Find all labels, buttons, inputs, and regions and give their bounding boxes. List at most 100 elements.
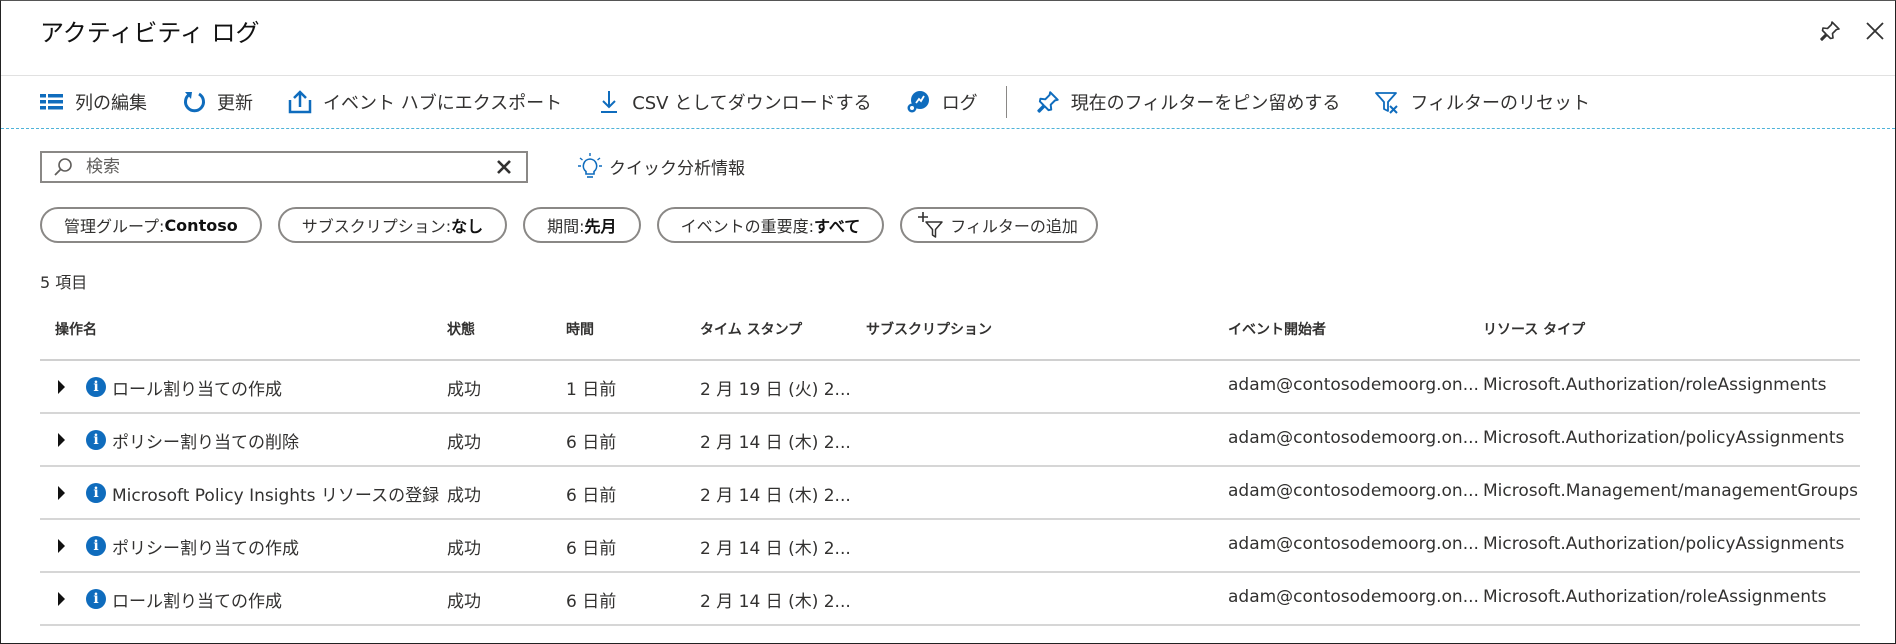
cell-time: 6 日前 (566, 539, 617, 559)
cell-resource-type: Microsoft.Management/managementGroups (1483, 481, 1858, 501)
pin-icon (1035, 89, 1061, 115)
logs-button[interactable]: ログ (906, 89, 978, 115)
page-title: アクティビティ ログ (40, 19, 260, 47)
cell-resource-type: Microsoft.Authorization/policyAssignment… (1483, 428, 1845, 448)
columns-icon (39, 89, 65, 115)
close-icon[interactable] (1863, 19, 1887, 43)
column-header-resource-type[interactable]: リソース タイプ (1483, 319, 1585, 339)
cell-status: 成功 (447, 433, 481, 453)
quick-insights-label: クイック分析情報 (609, 158, 745, 179)
clear-search-icon[interactable] (494, 157, 514, 177)
add-filter-icon (918, 212, 943, 238)
edit-columns-label: 列の編集 (75, 93, 147, 114)
expand-caret-icon[interactable] (58, 592, 65, 606)
expand-caret-icon[interactable] (58, 380, 65, 394)
activity-log-blade: アクティビティ ログ 列の編集 更新 イベント ハブにエクスポート CSV とし… (0, 0, 1896, 644)
edit-columns-button[interactable]: 列の編集 (39, 89, 147, 115)
column-header-time[interactable]: 時間 (566, 319, 594, 339)
table-row[interactable]: i ロール割り当ての作成 成功 1 日前 2 月 19 日 (火) 2... a… (40, 361, 1860, 414)
search-icon (54, 158, 72, 176)
cell-timestamp: 2 月 19 日 (火) 2... (700, 380, 851, 400)
cell-event-initiator: adam@contosodemoorg.on... (1228, 534, 1479, 554)
search-box (40, 151, 528, 183)
info-icon: i (86, 430, 106, 450)
logs-icon (906, 89, 932, 115)
reset-filters-label: フィルターのリセット (1410, 93, 1590, 114)
cell-resource-type: Microsoft.Authorization/roleAssignments (1483, 375, 1827, 395)
search-input[interactable] (84, 156, 494, 178)
column-header-status[interactable]: 状態 (447, 319, 475, 339)
table-row[interactable]: i ロール割り当ての作成 成功 6 日前 2 月 14 日 (木) 2... a… (40, 573, 1860, 626)
info-icon: i (86, 589, 106, 609)
expand-caret-icon[interactable] (58, 433, 65, 447)
cell-operation: Microsoft Policy Insights リソースの登録 (112, 486, 440, 506)
reset-filters-button[interactable]: フィルターのリセット (1374, 89, 1590, 115)
cell-status: 成功 (447, 380, 481, 400)
lightbulb-icon (578, 153, 602, 178)
cell-time: 1 日前 (566, 380, 617, 400)
filter-pill-event-severity[interactable]: イベントの重要度: すべて (656, 207, 885, 243)
table-row[interactable]: i ポリシー割り当ての作成 成功 6 日前 2 月 14 日 (木) 2... … (40, 520, 1860, 573)
pin-current-filters-label: 現在のフィルターをピン留めする (1070, 93, 1341, 114)
export-to-event-hub-button[interactable]: イベント ハブにエクスポート (287, 89, 562, 115)
column-header-timestamp[interactable]: タイム スタンプ (700, 319, 802, 339)
cell-timestamp: 2 月 14 日 (木) 2... (700, 486, 851, 506)
cell-operation: ロール割り当ての作成 (112, 592, 282, 612)
filter-value: すべて (813, 217, 861, 236)
info-icon: i (86, 483, 106, 503)
cell-status: 成功 (447, 486, 481, 506)
expand-caret-icon[interactable] (58, 486, 65, 500)
filter-reset-icon (1374, 89, 1400, 115)
column-header-subscription[interactable]: サブスクリプション (866, 319, 992, 339)
export-to-event-hub-label: イベント ハブにエクスポート (323, 93, 563, 114)
add-filter-button[interactable]: フィルターの追加 (900, 207, 1098, 243)
refresh-label: 更新 (217, 93, 253, 114)
filter-value: なし (451, 217, 484, 236)
column-header-event-initiator[interactable]: イベント開始者 (1228, 319, 1326, 339)
cell-operation: ポリシー割り当ての作成 (112, 539, 299, 559)
blade-header: アクティビティ ログ (1, 1, 1895, 75)
cell-operation: ロール割り当ての作成 (112, 380, 282, 400)
table-row[interactable]: i ポリシー割り当ての削除 成功 6 日前 2 月 14 日 (木) 2... … (40, 414, 1860, 467)
filter-value: 先月 (584, 217, 617, 236)
download-csv-button[interactable]: CSV としてダウンロードする (596, 89, 872, 115)
cell-event-initiator: adam@contosodemoorg.on... (1228, 428, 1479, 448)
toolbar-separator (1005, 86, 1007, 118)
cell-status: 成功 (447, 592, 481, 612)
logs-label: ログ (941, 93, 978, 114)
info-icon: i (86, 377, 106, 397)
item-count: 5 項目 (40, 273, 88, 292)
filter-name: サブスクリプション: (301, 217, 452, 236)
download-icon (596, 89, 622, 115)
filter-name: イベントの重要度: (680, 217, 814, 236)
refresh-button[interactable]: 更新 (181, 89, 253, 115)
cell-operation: ポリシー割り当ての削除 (112, 433, 299, 453)
info-icon: i (86, 536, 106, 556)
column-header-operation[interactable]: 操作名 (55, 319, 97, 339)
filter-pills: 管理グループ: Contoso サブスクリプション: なし 期間: 先月 イベントの… (40, 207, 1114, 243)
cell-event-initiator: adam@contosodemoorg.on... (1228, 481, 1479, 501)
cell-status: 成功 (447, 539, 481, 559)
download-csv-label: CSV としてダウンロードする (632, 93, 872, 114)
pin-icon[interactable] (1818, 19, 1842, 43)
filter-pill-timespan[interactable]: 期間: 先月 (523, 207, 641, 243)
command-bar: 列の編集 更新 イベント ハブにエクスポート CSV としてダウンロードする ロ… (1, 75, 1895, 129)
filter-pill-subscription[interactable]: サブスクリプション: なし (277, 207, 508, 243)
filter-name: 期間: (547, 217, 585, 236)
add-filter-label: フィルターの追加 (950, 217, 1078, 236)
pin-current-filters-button[interactable]: 現在のフィルターをピン留めする (1035, 89, 1341, 115)
activity-log-table: 操作名 状態 時間 タイム スタンプ サブスクリプション イベント開始者 リソー… (40, 311, 1860, 626)
table-row[interactable]: i Microsoft Policy Insights リソースの登録 成功 6… (40, 467, 1860, 520)
filter-pill-management-group[interactable]: 管理グループ: Contoso (40, 207, 262, 243)
cell-resource-type: Microsoft.Authorization/roleAssignments (1483, 587, 1827, 607)
cell-time: 6 日前 (566, 486, 617, 506)
cell-time: 6 日前 (566, 433, 617, 453)
cell-resource-type: Microsoft.Authorization/policyAssignment… (1483, 534, 1845, 554)
filter-name: 管理グループ: (64, 217, 165, 236)
cell-timestamp: 2 月 14 日 (木) 2... (700, 433, 851, 453)
cell-event-initiator: adam@contosodemoorg.on... (1228, 587, 1479, 607)
table-header: 操作名 状態 時間 タイム スタンプ サブスクリプション イベント開始者 リソー… (40, 311, 1860, 361)
quick-insights-button[interactable]: クイック分析情報 (577, 152, 745, 180)
expand-caret-icon[interactable] (58, 539, 65, 553)
cell-timestamp: 2 月 14 日 (木) 2... (700, 592, 851, 612)
